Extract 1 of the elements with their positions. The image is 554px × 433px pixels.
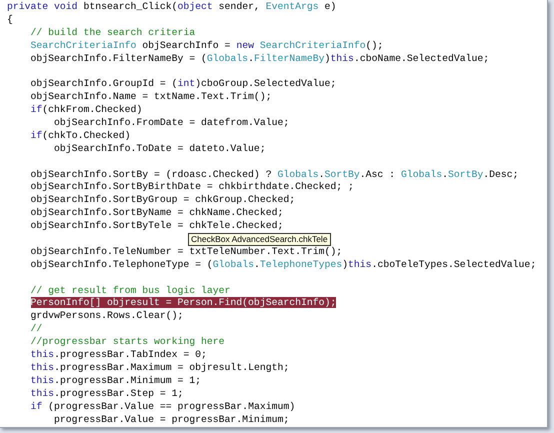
- tooltip: CheckBox AdvancedSearch.chkTele: [188, 233, 331, 246]
